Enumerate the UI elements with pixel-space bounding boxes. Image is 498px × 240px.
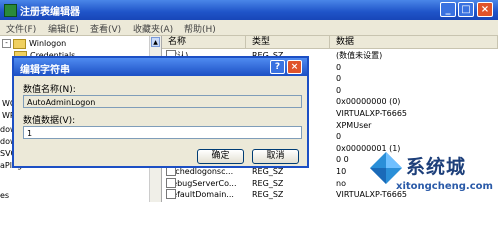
collapse-icon[interactable]: - <box>2 39 11 48</box>
string-value-icon <box>166 177 176 188</box>
dialog-titlebar[interactable]: 编辑字符串 ? × <box>14 58 307 76</box>
column-header-data[interactable]: 数据 <box>330 36 498 49</box>
folder-open-icon <box>13 38 26 49</box>
row-data: 0 <box>336 85 342 95</box>
column-header-type[interactable]: 类型 <box>246 36 330 49</box>
string-value-icon <box>166 189 176 200</box>
menu-favorites[interactable]: 收藏夹(A) <box>133 22 173 35</box>
row-type: REG_SZ <box>252 190 284 200</box>
dialog-title: 编辑字符串 <box>20 65 70 76</box>
value-name-field: AutoAdminLogon <box>23 95 302 108</box>
ok-button[interactable]: 确定 <box>197 149 244 164</box>
row-data: 0 <box>336 132 342 142</box>
regedit-app-icon <box>4 4 17 17</box>
row-data: 0 <box>336 74 342 84</box>
scroll-up-arrow-icon[interactable]: ▲ <box>151 37 160 47</box>
menu-bar: 文件(F) 编辑(E) 查看(V) 收藏夹(A) 帮助(H) <box>0 20 498 36</box>
row-data: (数值未设置) <box>336 51 383 60</box>
row-name: DebugServerCo... <box>166 177 237 188</box>
close-button[interactable]: × <box>477 2 493 17</box>
window-titlebar[interactable]: 注册表编辑器 _ □ × <box>0 0 498 20</box>
row-data: 0x00000000 (0) <box>336 97 401 107</box>
row-data: XPMUser <box>336 120 372 130</box>
tree-node-es[interactable]: es <box>0 190 9 202</box>
value-data-label: 数值数据(V): <box>23 116 76 126</box>
maximize-button[interactable]: □ <box>458 2 474 17</box>
row-data: VIRTUALXP-T6665 <box>336 109 408 118</box>
row-data: 0 <box>336 62 342 72</box>
menu-edit[interactable]: 编辑(E) <box>48 22 79 35</box>
row-name: DefaultDomain... <box>166 189 234 200</box>
row-type: REG_SZ <box>252 178 284 188</box>
column-header-name[interactable]: 名称 <box>162 36 246 49</box>
dialog-close-button[interactable]: × <box>287 60 302 74</box>
value-data-input[interactable]: 1 <box>23 126 302 139</box>
value-name-label: 数值名称(N): <box>23 85 76 95</box>
window-title: 注册表编辑器 <box>20 7 80 18</box>
watermark-brand: 系统城 <box>406 156 467 178</box>
cancel-button[interactable]: 取消 <box>252 149 299 164</box>
site-watermark: 系统城 xitongcheng.com <box>368 150 496 202</box>
menu-help[interactable]: 帮助(H) <box>184 22 216 35</box>
menu-view[interactable]: 查看(V) <box>90 22 121 35</box>
tree-node-winlogon[interactable]: - Winlogon <box>2 38 66 50</box>
watermark-url: xitongcheng.com <box>396 181 493 192</box>
dialog-help-button[interactable]: ? <box>270 60 285 74</box>
minimize-button[interactable]: _ <box>440 2 456 17</box>
edit-string-dialog: 编辑字符串 ? × 数值名称(N): AutoAdminLogon 数值数据(V… <box>12 56 309 168</box>
menu-file[interactable]: 文件(F) <box>6 22 36 35</box>
